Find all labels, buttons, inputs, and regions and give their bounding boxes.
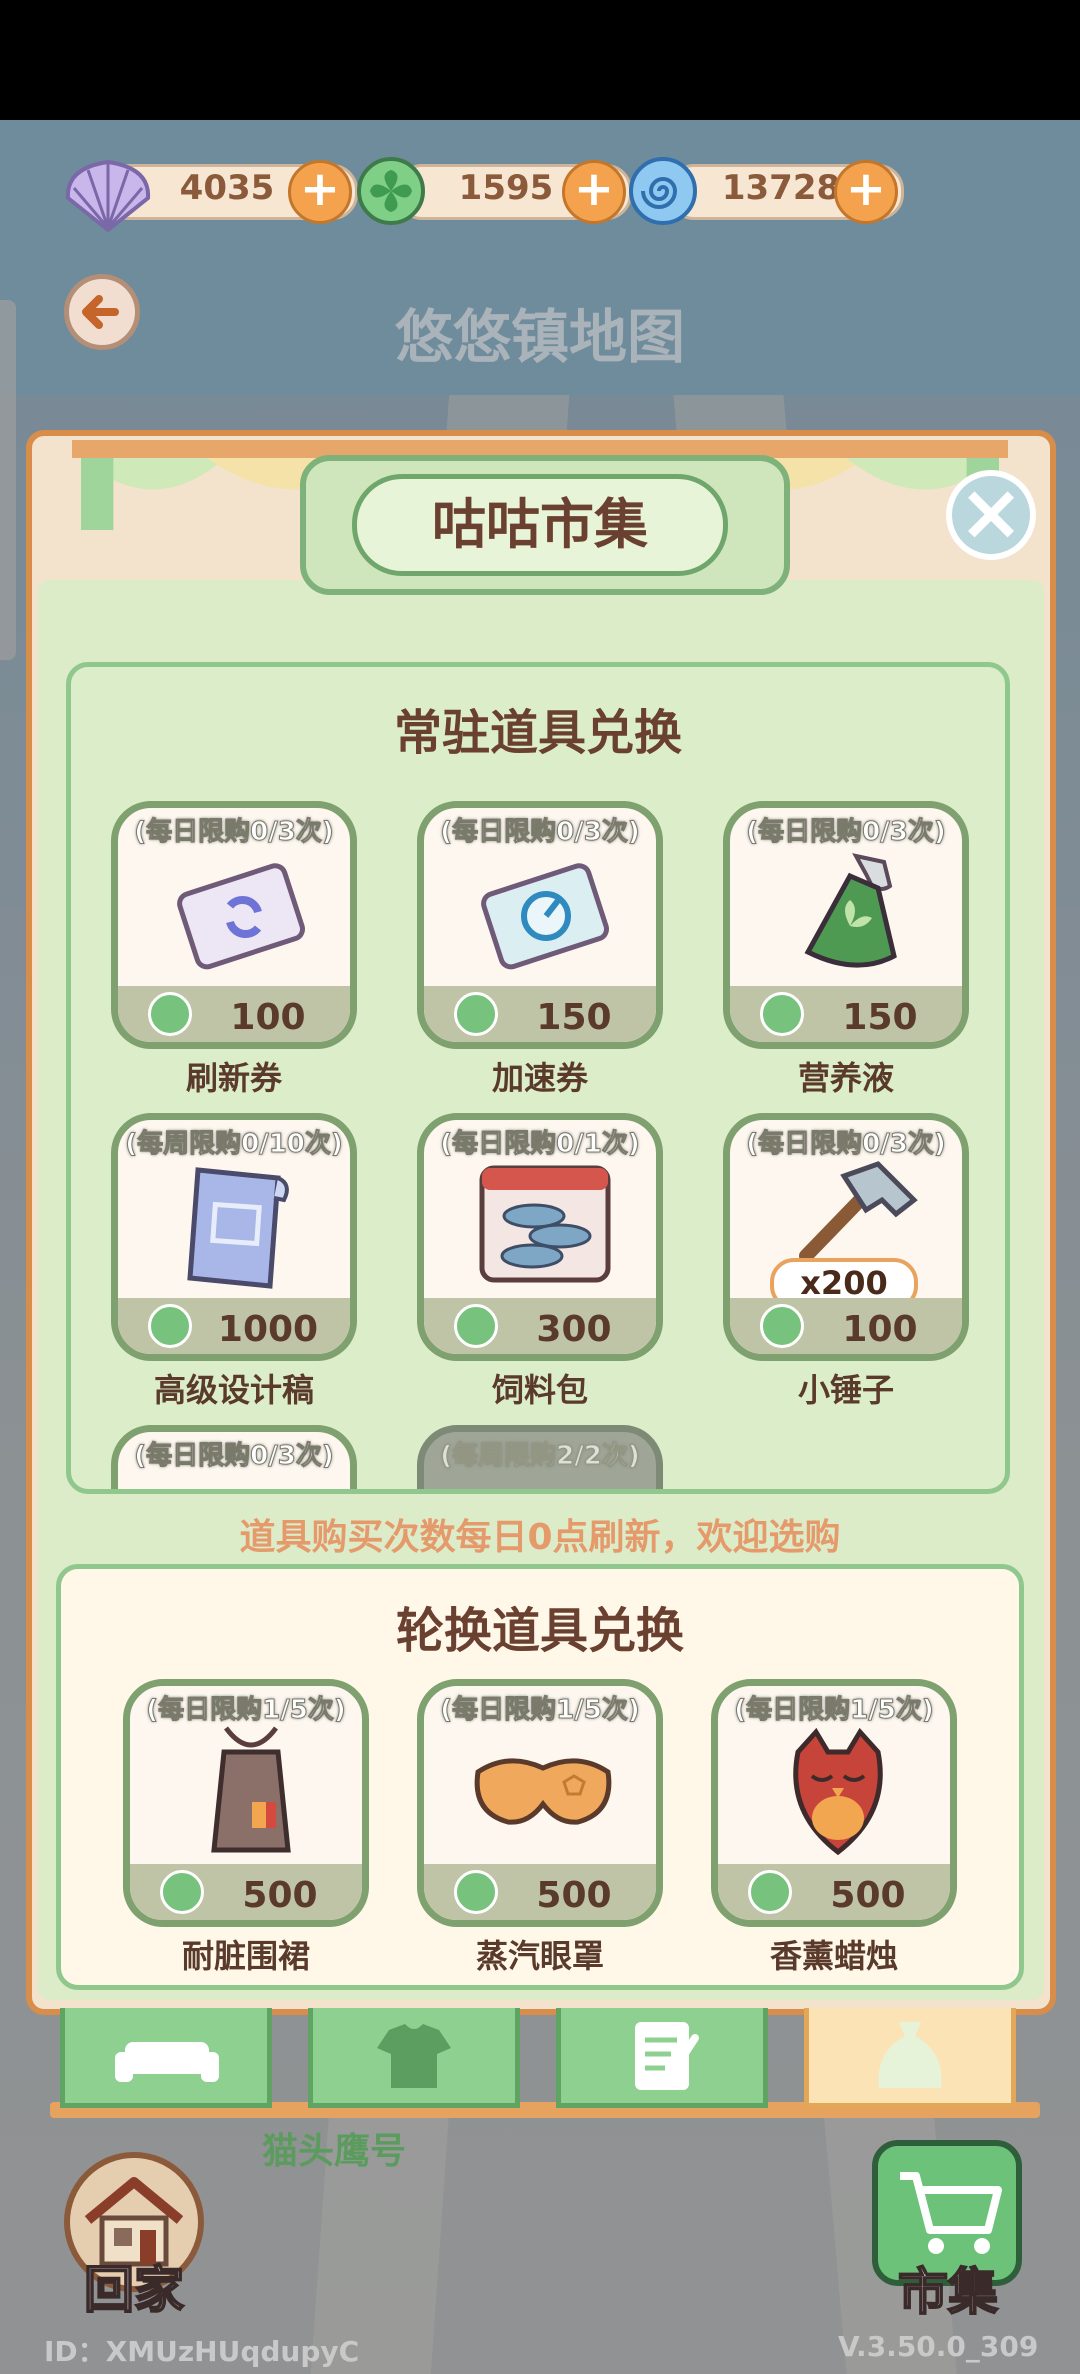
page-title: 悠悠镇地图 [394, 303, 685, 371]
clover-icon [454, 1870, 498, 1914]
bag-icon [878, 2022, 942, 2088]
purchase-limit: (每周限购2/2次) [440, 1441, 640, 1472]
tab-bag[interactable] [804, 2008, 1016, 2108]
item-partial[interactable]: (每日限购0/3次) [111, 1425, 357, 1489]
item-name: 耐脏围裙 [181, 1937, 310, 1975]
item-price: 1000 [217, 1309, 319, 1350]
purchase-limit: (每周限购0/10次) [125, 1129, 344, 1160]
item-aroma-candle[interactable]: 500 (每日限购1/5次) 香薰蜡烛 [711, 1679, 957, 1975]
item-eye-mask[interactable]: 500 (每日限购1/5次) 蒸汽眼罩 [417, 1679, 663, 1975]
close-button[interactable]: × [946, 470, 1036, 560]
item-hammer[interactable]: x200 100 (每日限购0/3次) 小锤子 [723, 1113, 969, 1409]
purchase-limit: (每日限购0/3次) [746, 817, 946, 848]
add-clover-button[interactable]: + [562, 160, 626, 224]
clover-icon [760, 1304, 804, 1348]
item-price: 300 [536, 1309, 612, 1350]
regular-items-section: 常驻道具兑换 100 (每日限购0/3次) 刷新券 150 (每日限购0/3次) [66, 662, 1010, 1494]
clover-icon [148, 992, 192, 1036]
item-price: 500 [242, 1875, 318, 1916]
item-name: 高级设计稿 [153, 1371, 314, 1409]
item-price: 150 [842, 997, 918, 1038]
currency-clover: 1595 + [356, 157, 632, 225]
clover-icon [160, 1870, 204, 1914]
tab-clothing[interactable] [308, 2008, 520, 2108]
currency-value: 4035 [179, 168, 275, 208]
tab-furniture[interactable] [60, 2008, 272, 2108]
add-shell-button[interactable]: + [288, 160, 352, 224]
item-price: 500 [830, 1875, 906, 1916]
apron-icon [211, 1726, 291, 1853]
purchase-limit: (每日限购1/5次) [440, 1695, 640, 1726]
purchase-limit: (每日限购0/3次) [440, 817, 640, 848]
currency-shell: 4035 + [62, 158, 358, 232]
market-label: 市集 [897, 2262, 999, 2322]
purchase-limit: (每日限购0/3次) [134, 817, 334, 848]
shell-icon [65, 159, 151, 232]
clover-icon [148, 1304, 192, 1348]
market-title: 咕咕市集 [352, 474, 728, 576]
purchase-limit: (每日限购0/3次) [134, 1441, 334, 1472]
version-label: V.3.50.0_309 [838, 2330, 1039, 2363]
refresh-ticket-icon [177, 863, 305, 970]
owl-ship-label: 猫头鹰号 [262, 2131, 407, 2172]
owl-candle-icon [793, 1727, 883, 1856]
note-icon [635, 2022, 699, 2090]
clover-icon [454, 992, 498, 1036]
clover-icon [760, 992, 804, 1036]
item-feed-pack[interactable]: 300 (每日限购0/1次) 饲料包 [417, 1113, 663, 1409]
item-name: 刷新券 [185, 1059, 282, 1097]
currency-swirl: 13728 + [628, 157, 904, 225]
hammer-icon [799, 1161, 918, 1263]
item-price: 100 [230, 997, 306, 1038]
user-id: ID：XMUzHUqdupyC [44, 2335, 360, 2368]
section-title: 常驻道具兑换 [393, 705, 682, 761]
item-apron[interactable]: 500 (每日限购1/5次) 耐脏围裙 [123, 1679, 369, 1975]
item-blueprint[interactable]: 1000 (每周限购0/10次) 高级设计稿 [111, 1113, 357, 1409]
item-price: 100 [842, 1309, 918, 1350]
nutrient-bottle-icon [804, 853, 897, 968]
item-price: 150 [536, 997, 612, 1038]
swirl-icon [629, 157, 697, 225]
side-drawer-handle[interactable] [0, 300, 16, 660]
home-label: 回家 [83, 2260, 185, 2320]
item-refresh-ticket[interactable]: 100 (每日限购0/3次) 刷新券 [111, 801, 357, 1097]
item-nutrient[interactable]: 150 (每日限购0/3次) 营养液 [723, 801, 969, 1097]
item-partial-soldout[interactable]: (每周限购2/2次) [417, 1425, 663, 1489]
clover-icon [748, 1870, 792, 1914]
blueprint-icon [187, 1167, 289, 1289]
add-swirl-button[interactable]: + [834, 160, 898, 224]
refresh-notice: 道具购买次数每日0点刷新，欢迎选购 [239, 1517, 841, 1558]
item-name: 蒸汽眼罩 [475, 1937, 604, 1975]
back-button[interactable] [64, 274, 140, 350]
sofa-icon [115, 2042, 219, 2082]
item-name: 加速券 [491, 1059, 588, 1097]
item-name: 饲料包 [491, 1371, 588, 1409]
category-tabs [50, 2008, 1040, 2118]
item-name: 香薰蜡烛 [769, 1937, 898, 1975]
purchase-limit: (每日限购0/3次) [746, 1129, 946, 1160]
purchase-limit: (每日限购1/5次) [146, 1695, 346, 1726]
item-speedup-ticket[interactable]: 150 (每日限购0/3次) 加速券 [417, 801, 663, 1097]
currency-value: 1595 [458, 168, 554, 208]
rotating-items-section: 轮换道具兑换 500 (每日限购1/5次) 耐脏围裙 500 (每日限购1/5次… [56, 1564, 1024, 1990]
status-bar [0, 0, 1080, 120]
section-title: 轮换道具兑换 [395, 1603, 684, 1659]
shirt-icon [377, 2024, 451, 2088]
purchase-limit: (每日限购1/5次) [734, 1695, 934, 1726]
item-price: 500 [536, 1875, 612, 1916]
eye-mask-icon [474, 1758, 612, 1825]
speedup-ticket-icon [481, 863, 609, 970]
item-name: 小锤子 [797, 1371, 894, 1409]
purchase-limit: (每日限购0/1次) [440, 1129, 640, 1160]
clover-icon [357, 157, 425, 225]
item-name: 营养液 [797, 1059, 894, 1097]
fish-feed-icon [479, 1165, 611, 1283]
arrow-left-icon [82, 295, 119, 329]
tab-notes[interactable] [556, 2008, 768, 2108]
clover-icon [454, 1304, 498, 1348]
